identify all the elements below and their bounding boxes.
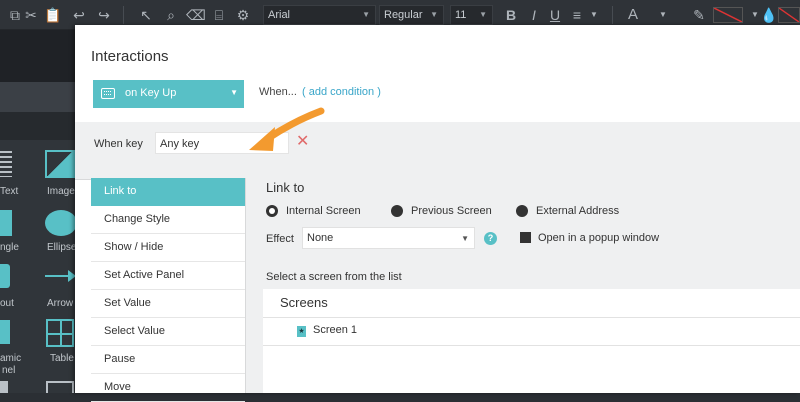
popup-checkbox[interactable]: [520, 232, 531, 243]
align-left-icon[interactable]: ≡: [568, 6, 586, 24]
settings-gear-icon[interactable]: ⚙: [234, 6, 252, 24]
screens-list: Screens ★ Screen 1: [263, 289, 800, 393]
screen-label: Screen 1: [313, 324, 358, 336]
line-color-swatch[interactable]: [713, 7, 743, 23]
action-item-move[interactable]: Move: [91, 374, 245, 402]
chevron-down-icon: ▼: [461, 234, 469, 243]
keyboard-icon: [101, 88, 115, 99]
font-family-value: Arial: [268, 9, 291, 21]
font-size-select[interactable]: 11 ▼: [450, 5, 493, 25]
font-weight-value: Regular: [384, 9, 423, 21]
pointer-icon[interactable]: ↖: [137, 6, 155, 24]
action-item-show-hide[interactable]: Show / Hide: [91, 234, 245, 262]
chevron-down-icon: ▼: [479, 10, 487, 19]
widget-partial-icon[interactable]: [46, 381, 74, 393]
paste-icon[interactable]: 📋: [44, 6, 62, 24]
chevron-down-icon: ▼: [430, 10, 438, 19]
effect-label: Effect: [266, 233, 294, 245]
cut-icon[interactable]: ✂: [22, 6, 40, 24]
fill-color-swatch[interactable]: [778, 7, 800, 23]
pencil-icon[interactable]: ✎: [690, 6, 708, 24]
panel-tabs: [0, 82, 75, 112]
add-condition-link[interactable]: ( add condition ): [302, 86, 381, 98]
panel-header: [0, 30, 75, 82]
action-item-pause[interactable]: Pause: [91, 346, 245, 374]
undo-icon[interactable]: ↩: [70, 6, 88, 24]
radio-label: Internal Screen: [286, 205, 361, 217]
widget-label: amic: [0, 353, 22, 364]
action-item-set-active-panel[interactable]: Set Active Panel: [91, 262, 245, 290]
screen-list-item[interactable]: ★ Screen 1: [263, 318, 800, 346]
event-select-value: on Key Up: [125, 87, 177, 99]
widget-label: Arrow: [47, 298, 74, 309]
link-to-title: Link to: [266, 180, 305, 195]
help-icon[interactable]: ?: [484, 232, 497, 245]
fill-drop-icon[interactable]: 💧: [760, 6, 778, 24]
widget-label: Image: [47, 186, 75, 197]
chevron-down-icon: ▼: [230, 88, 238, 97]
zoom-icon[interactable]: ⌕: [162, 6, 180, 24]
widget-label: Ellipse: [47, 242, 77, 253]
font-weight-select[interactable]: Regular ▼: [379, 5, 444, 25]
radio-previous-screen[interactable]: [391, 205, 403, 217]
dialog-title: Interactions: [91, 48, 169, 65]
link-to-settings: Link to Internal Screen Previous Screen …: [245, 178, 800, 393]
when-key-row: When key Any key ✕: [75, 122, 800, 180]
radio-label: Previous Screen: [411, 205, 492, 217]
italic-icon[interactable]: I: [525, 6, 543, 24]
toolbar-divider: [123, 6, 124, 24]
screens-header: Screens: [280, 295, 328, 310]
when-key-label: When key: [94, 138, 143, 150]
widget-label: Table: [50, 353, 74, 364]
eraser-icon[interactable]: ⌫: [186, 6, 206, 24]
redo-icon[interactable]: ↪: [95, 6, 113, 24]
radio-external-address[interactable]: [516, 205, 528, 217]
format-painter-icon[interactable]: ⌸: [210, 6, 228, 24]
action-list: Link to Change Style Show / Hide Set Act…: [91, 178, 245, 402]
widget-library-panel: Text Image ngle Ellipse out Arrow amic n…: [0, 30, 77, 393]
widget-layout-icon[interactable]: [0, 264, 10, 288]
widget-dynamic-panel-icon[interactable]: [0, 320, 10, 344]
underline-icon[interactable]: U: [546, 6, 564, 24]
action-item-select-value[interactable]: Select Value: [91, 318, 245, 346]
font-family-select[interactable]: Arial ▼: [263, 5, 376, 25]
chevron-down-icon[interactable]: ▼: [585, 6, 603, 24]
screen-star-icon: ★: [297, 326, 306, 337]
radio-internal-screen[interactable]: [266, 205, 278, 217]
action-item-change-style[interactable]: Change Style: [91, 206, 245, 234]
widget-text-icon[interactable]: [0, 151, 12, 177]
text-color-icon[interactable]: A: [624, 6, 642, 24]
chevron-down-icon[interactable]: ▼: [654, 6, 672, 24]
widget-table-icon[interactable]: [46, 319, 74, 347]
widget-rectangle-icon[interactable]: [0, 210, 12, 236]
widget-label: ngle: [0, 242, 19, 253]
font-size-value: 11: [455, 9, 467, 21]
widget-label: out: [0, 298, 14, 309]
event-select[interactable]: on Key Up ▼: [93, 80, 244, 108]
widget-label: Text: [0, 186, 19, 197]
select-screen-prompt: Select a screen from the list: [266, 271, 402, 283]
widget-ellipse-icon[interactable]: [45, 210, 77, 236]
widget-label: nel: [2, 365, 16, 376]
popup-label: Open in a popup window: [538, 232, 660, 244]
effect-select[interactable]: None ▼: [302, 227, 475, 249]
when-label: When...: [259, 86, 297, 98]
radio-label: External Address: [536, 205, 620, 217]
effect-value: None: [307, 232, 334, 244]
chevron-down-icon: ▼: [362, 10, 370, 19]
annotation-arrow-icon: [249, 107, 325, 151]
action-item-link-to[interactable]: Link to: [91, 178, 245, 206]
interactions-dialog: Interactions on Key Up ▼ When... ( add c…: [75, 25, 800, 402]
panel-search-bar: [0, 112, 75, 140]
widget-partial-icon[interactable]: [0, 381, 8, 393]
toolbar-divider: [612, 6, 613, 24]
action-item-set-value[interactable]: Set Value: [91, 290, 245, 318]
bold-icon[interactable]: B: [502, 6, 520, 24]
widget-image-icon[interactable]: [45, 150, 75, 178]
